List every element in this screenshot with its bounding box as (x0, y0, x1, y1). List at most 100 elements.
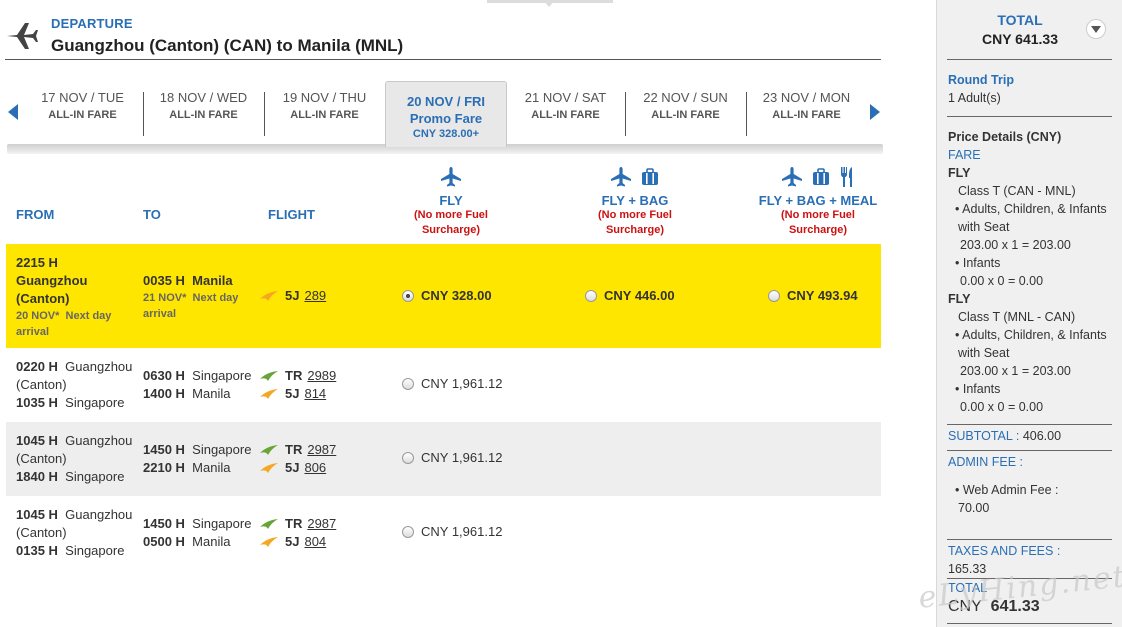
fare-calculation: 203.00 x 1 = 203.00 (960, 364, 1071, 378)
fare-radio[interactable] (768, 289, 780, 302)
fare-option-fly-bag[interactable]: CNY 446.00 (585, 288, 675, 303)
fare-note: Surcharge) (788, 224, 848, 236)
fare-note: Surcharge) (421, 224, 481, 236)
fare-radio[interactable] (402, 525, 414, 538)
airplane-icon (782, 167, 802, 187)
flight-number-link[interactable]: 2987 (307, 441, 336, 459)
arrival-date-note: 21 NOV* (143, 292, 187, 304)
airline-code: 5J (285, 460, 300, 475)
fare-name: FLY + BAG + MEAL (758, 193, 878, 208)
stop-city: Singapore (192, 368, 252, 383)
date-tab-date: 22 NOV / SUN (643, 90, 728, 105)
flight-numbers: 5J 289 (259, 287, 326, 305)
flight-numbers: TR 2987 5J 806 (259, 441, 336, 477)
date-tab-18-nov[interactable]: 18 NOV / WED ALL-IN FARE (143, 90, 264, 134)
flight-origin: 1045 H Guangzhou (Canton) 1840 H Singapo… (16, 432, 141, 486)
date-tab-22-nov[interactable]: 22 NOV / SUN ALL-IN FARE (625, 90, 746, 134)
passenger-type-cont: with Seat (958, 220, 1010, 234)
flight-destination: 1450 H Singapore 2210 H Manila (143, 441, 263, 477)
fare-radio[interactable] (402, 377, 414, 390)
web-admin-fee-value: 70.00 (958, 501, 990, 515)
flight-origin: 2215 H Guangzhou (Canton) 20 NOV* Next d… (16, 254, 136, 340)
flight-number-link[interactable]: 814 (304, 385, 326, 403)
destination-city: Manila (192, 534, 231, 549)
fare-name: FLY (439, 193, 463, 208)
admin-fee-label: ADMIN FEE : (948, 455, 1024, 469)
fare-price: CNY 493.94 (787, 288, 858, 303)
promo-fare-price: CNY 328.00+ (412, 128, 480, 140)
fare-note: (No more Fuel (781, 209, 855, 221)
next-date-arrow-icon[interactable] (867, 102, 883, 122)
baggage-icon (642, 168, 658, 185)
stop-departure-time: 0630 H (143, 368, 185, 383)
origin-city: Guangzhou (65, 507, 133, 522)
cebu-pacific-logo-icon (260, 291, 278, 301)
flight-number-link[interactable]: 289 (304, 287, 326, 305)
date-tab-date: 19 NOV / THU (282, 90, 367, 105)
passenger-type: • Infants (955, 382, 1001, 396)
origin-city-alt: (Canton) (16, 451, 67, 466)
passenger-type: • Adults, Children, & Infants (955, 328, 1107, 342)
grand-total: CNY 641.33 (948, 598, 1040, 616)
price-details-heading: Price Details (CNY) (948, 130, 1062, 144)
flight-destination: 0035 H Manila 21 NOV* Next day arrival (143, 272, 263, 322)
fare-option-fly[interactable]: CNY 328.00 (402, 288, 492, 303)
flight-number-link[interactable]: 804 (304, 533, 326, 551)
stop-city: Singapore (65, 543, 125, 558)
fare-name: FLY + BAG (601, 193, 669, 208)
departure-time: 2215 H (16, 255, 58, 270)
passenger-count: 1 Adult(s) (948, 91, 1001, 105)
tigerair-logo-icon (260, 445, 278, 455)
flight-row[interactable]: 0220 H Guangzhou (Canton) 1035 H Singapo… (6, 348, 881, 422)
origin-city-alt: (Canton) (16, 377, 67, 392)
flight-origin: 1045 H Guangzhou (Canton) 0135 H Singapo… (16, 506, 141, 560)
flight-selection-panel: DEPARTURE Guangzhou (Canton) (CAN) to Ma… (0, 0, 890, 627)
fare-label: FARE (948, 148, 981, 162)
fare-header-fly-bag-meal: FLY + BAG + MEAL (No more Fuel Surcharge… (733, 165, 903, 238)
flight-row[interactable]: 1045 H Guangzhou (Canton) 1840 H Singapo… (6, 422, 881, 496)
fare-radio[interactable] (402, 289, 414, 302)
date-tab-fare: ALL-IN FARE (169, 109, 238, 121)
fare-price: CNY 328.00 (421, 288, 492, 303)
prev-date-arrow-icon[interactable] (5, 102, 21, 122)
fare-option-fly[interactable]: CNY 1,961.12 (402, 376, 502, 391)
date-tab-fare: ALL-IN FARE (651, 109, 720, 121)
divider (947, 424, 1112, 425)
departure-time: 0220 H (16, 359, 58, 374)
flight-row[interactable]: 1045 H Guangzhou (Canton) 0135 H Singapo… (6, 496, 881, 570)
subtotal-value: 406.00 (1022, 429, 1062, 443)
airplane-icon (611, 167, 631, 187)
airline-code: TR (285, 368, 303, 383)
date-tab-fare: ALL-IN FARE (48, 109, 117, 121)
flight-number-link[interactable]: 2989 (307, 367, 336, 385)
flight-number-link[interactable]: 2987 (307, 515, 336, 533)
fare-radio[interactable] (402, 451, 414, 464)
fare-option-fly[interactable]: CNY 1,961.12 (402, 450, 502, 465)
date-tab-20-nov-selected[interactable]: 20 NOV / FRI Promo Fare CNY 328.00+ (385, 81, 507, 147)
collapse-toggle-icon[interactable] (1086, 19, 1106, 39)
arrival-note: arrival (143, 308, 177, 320)
date-tab-23-nov[interactable]: 23 NOV / MON ALL-IN FARE (746, 90, 867, 134)
tigerair-logo-icon (260, 371, 278, 381)
stop-city: Singapore (192, 442, 252, 457)
fare-option-fly[interactable]: CNY 1,961.12 (402, 524, 502, 539)
passenger-type: • Adults, Children, & Infants (955, 202, 1107, 216)
next-day-note: Next day (65, 310, 112, 322)
flight-number-link[interactable]: 806 (304, 459, 326, 477)
date-tab-fare: ALL-IN FARE (531, 109, 600, 121)
date-tab-19-nov[interactable]: 19 NOV / THU ALL-IN FARE (264, 90, 385, 134)
fare-calculation: 0.00 x 0 = 0.00 (960, 400, 1044, 414)
fare-radio[interactable] (585, 289, 597, 302)
date-tab-17-nov[interactable]: 17 NOV / TUE ALL-IN FARE (22, 90, 143, 134)
arrival-time: 1400 H (143, 386, 185, 401)
date-tab-21-nov[interactable]: 21 NOV / SAT ALL-IN FARE (505, 90, 626, 134)
date-tab-date: 18 NOV / WED (159, 90, 248, 105)
fare-option-fly-bag-meal[interactable]: CNY 493.94 (768, 288, 858, 303)
grand-total-label: TOTAL (948, 581, 988, 595)
baggage-icon (813, 168, 829, 185)
flight-row-selected[interactable]: 2215 H Guangzhou (Canton) 20 NOV* Next d… (6, 244, 881, 348)
passenger-type: • Infants (955, 256, 1001, 270)
origin-city-alt: (Canton) (16, 525, 67, 540)
fare-price: CNY 1,961.12 (421, 450, 503, 465)
origin-city: Guangzhou (16, 273, 88, 288)
